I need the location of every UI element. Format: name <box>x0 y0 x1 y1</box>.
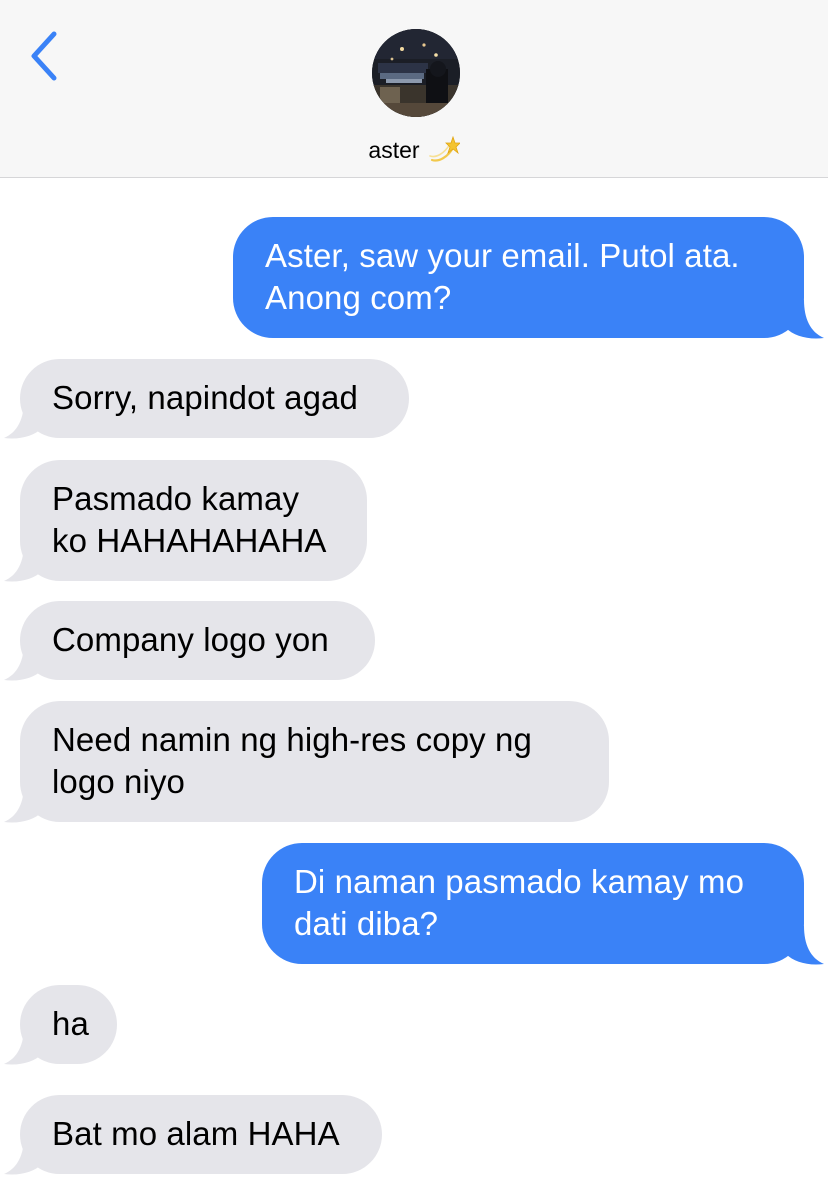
bubble-tail <box>786 300 826 340</box>
bubble-tail <box>786 926 826 966</box>
message-bubble-received[interactable]: Company logo yon <box>20 601 375 680</box>
contact-avatar[interactable] <box>372 29 460 117</box>
bubble-tail <box>2 784 42 824</box>
message-text: Need namin ng high-res copy ng logo niyo <box>52 721 532 800</box>
bubble-tail <box>2 642 42 682</box>
message-text: Company logo yon <box>52 621 329 658</box>
dizzy-star-emoji-icon <box>428 135 460 164</box>
bubble-tail <box>2 1136 42 1176</box>
message-text: ha <box>52 1005 89 1042</box>
back-button[interactable] <box>26 28 66 84</box>
message-text: Bat mo alam HAHA <box>52 1115 340 1152</box>
message-text: Aster, saw your email. Putol ata. Anong … <box>265 237 740 316</box>
message-text: Sorry, napindot agad <box>52 379 358 416</box>
avatar-photo <box>372 29 460 117</box>
message-bubble-received[interactable]: Pasmado kamay ko HAHAHAHAHA <box>20 460 367 581</box>
message-bubble-received[interactable]: Bat mo alam HAHA <box>20 1095 382 1174</box>
contact-name-row[interactable]: aster <box>0 132 828 166</box>
message-bubble-sent[interactable]: Di naman pasmado kamay mo dati diba? <box>262 843 804 964</box>
message-bubble-received[interactable]: Need namin ng high-res copy ng logo niyo <box>20 701 609 822</box>
contact-name: aster <box>368 136 420 163</box>
message-bubble-received[interactable]: Sorry, napindot agad <box>20 359 409 438</box>
chevron-left-icon <box>31 31 57 81</box>
bubble-tail <box>2 400 42 440</box>
messages-screen: aster Aster, saw your email. Putol ata. … <box>0 0 828 1200</box>
conversation-header: aster <box>0 0 828 178</box>
bubble-tail <box>2 1026 42 1066</box>
bubble-tail <box>2 543 42 583</box>
message-bubble-sent[interactable]: Aster, saw your email. Putol ata. Anong … <box>233 217 804 338</box>
message-text: Pasmado kamay ko HAHAHAHAHA <box>52 480 327 559</box>
message-text: Di naman pasmado kamay mo dati diba? <box>294 863 745 942</box>
